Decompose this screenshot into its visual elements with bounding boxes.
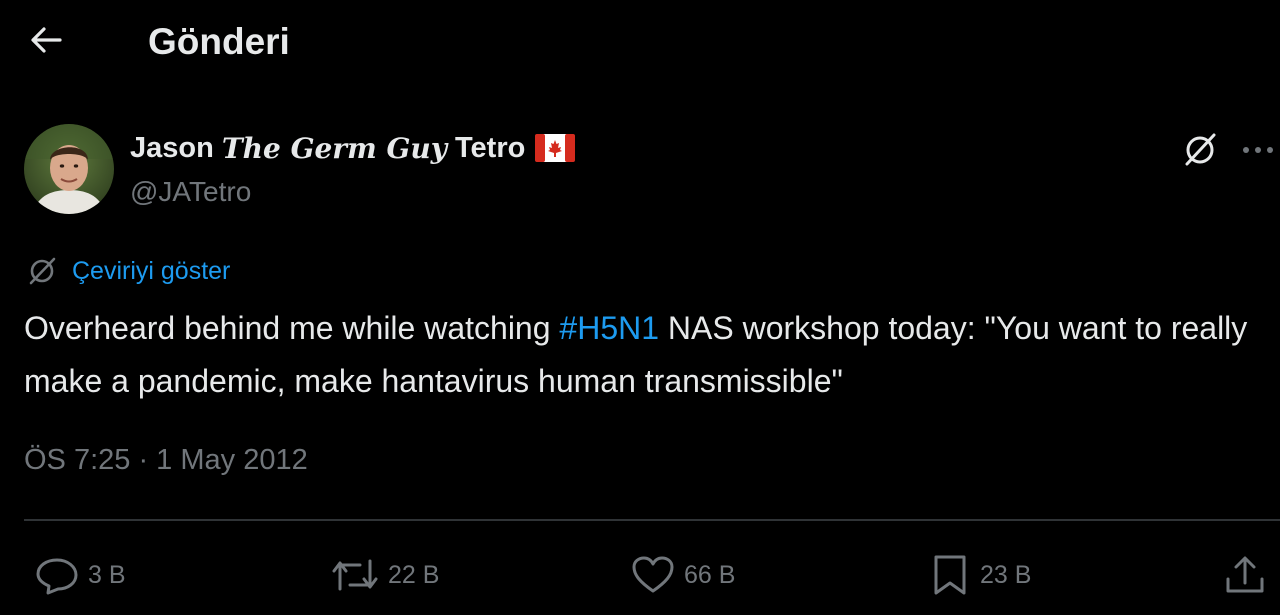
more-options-button[interactable] (1238, 130, 1278, 170)
grok-icon (29, 257, 56, 285)
tweet-text-before: Overheard behind me while watching (24, 310, 560, 346)
author-name-last: Tetro (454, 131, 526, 164)
hashtag-link[interactable]: #H5N1 (559, 310, 659, 346)
top-header: Gönderi (0, 0, 1280, 90)
author-handle[interactable]: @JATetro (130, 176, 251, 208)
show-translation-label: Çeviriyi göster (72, 256, 231, 285)
grok-icon (1185, 133, 1216, 166)
reply-button[interactable]: 3 B (34, 550, 126, 600)
share-icon (1226, 556, 1264, 593)
tweet-text: Overheard behind me while watching #H5N1… (24, 302, 1254, 408)
back-button[interactable] (22, 20, 70, 60)
author-name-first: Jason (130, 131, 214, 164)
reply-icon (36, 558, 78, 595)
page-title: Gönderi (148, 21, 290, 62)
grok-button[interactable] (1176, 130, 1224, 170)
tweet-timestamp[interactable]: ÖS 7:25 · 1 May 2012 (24, 444, 308, 477)
share-button[interactable] (1222, 550, 1268, 600)
author-name[interactable]: Jason The Germ Guy Tetro (130, 128, 576, 168)
divider (24, 519, 1280, 521)
show-translation-link[interactable]: Çeviriyi göster (26, 253, 230, 289)
like-count: 66 B (684, 560, 736, 589)
bookmark-button[interactable]: 23 B (928, 550, 1031, 600)
repost-count: 22 B (388, 560, 440, 589)
more-dots-icon (1243, 147, 1273, 153)
arrow-left-icon (31, 27, 62, 53)
canada-flag-icon (535, 134, 576, 162)
avatar-photo (24, 124, 114, 214)
bookmark-icon (934, 555, 966, 595)
repost-icon (332, 559, 378, 591)
avatar[interactable] (24, 124, 114, 214)
repost-button[interactable]: 22 B (330, 550, 439, 600)
heart-icon (632, 556, 674, 593)
like-button[interactable]: 66 B (630, 550, 735, 600)
reply-count: 3 B (88, 560, 126, 589)
author-name-fancy: The Germ Guy (221, 131, 447, 165)
bookmark-count: 23 B (980, 560, 1032, 589)
